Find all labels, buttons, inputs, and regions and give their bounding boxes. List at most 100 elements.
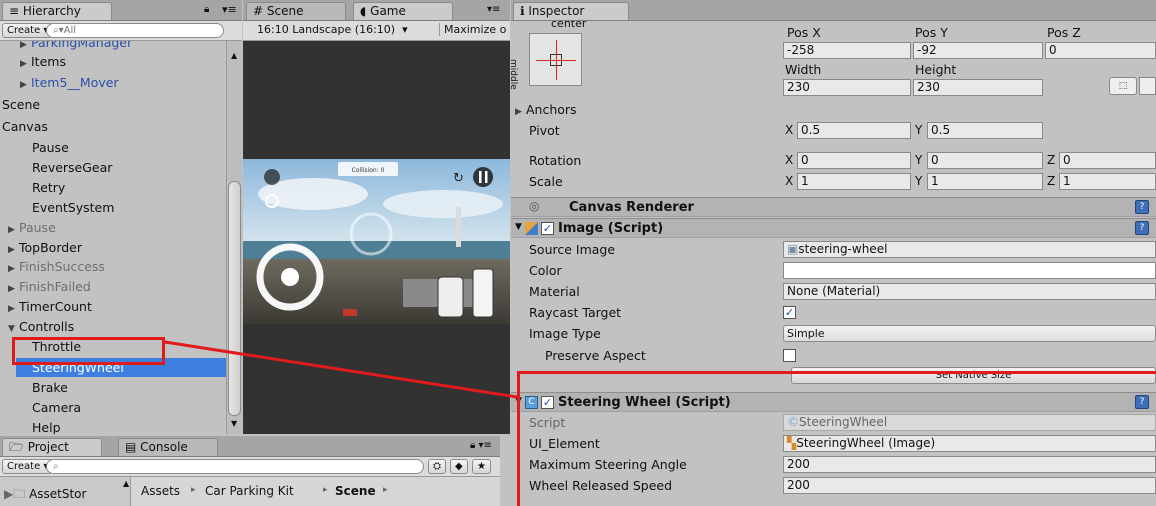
rot-y-field[interactable]: 0 bbox=[927, 152, 1043, 169]
scale-y-field[interactable]: 1 bbox=[927, 173, 1043, 190]
hierarchy-item[interactable]: ▶ ParkingManager bbox=[0, 41, 226, 52]
pos-x-field[interactable]: -258 bbox=[783, 42, 911, 59]
hierarchy-item[interactable]: ▶ TimerCount bbox=[0, 297, 226, 316]
folder-item[interactable]: ▶🗀︎ AssetStor bbox=[4, 485, 86, 506]
hierarchy-item[interactable]: ▼ Controlls bbox=[0, 317, 226, 336]
foldout-arrow-icon[interactable]: ▶ bbox=[20, 55, 31, 74]
panel-menu-icon[interactable]: 🔒︎ ▾≡ bbox=[470, 440, 492, 451]
hierarchy-item[interactable]: Camera bbox=[0, 398, 226, 417]
breadcrumb-kit[interactable]: Car Parking Kit bbox=[205, 484, 294, 498]
pivot-y-axis-label: Y bbox=[915, 123, 923, 137]
hierarchy-item[interactable]: ▶ Item5__Mover bbox=[0, 73, 226, 92]
hierarchy-item[interactable]: ▶ FinishSuccess bbox=[0, 257, 226, 276]
lock-icon[interactable]: 🔒︎ bbox=[204, 4, 209, 15]
color-field[interactable] bbox=[783, 262, 1156, 279]
project-search-input[interactable]: ⌕ bbox=[46, 459, 424, 474]
pos-z-field[interactable]: 0 bbox=[1045, 42, 1156, 59]
raw-edit-button[interactable] bbox=[1139, 77, 1156, 95]
tab-hierarchy[interactable]: ≡ Hierarchy bbox=[2, 2, 112, 20]
help-icon[interactable]: ? bbox=[1135, 200, 1149, 214]
blueprint-button[interactable]: ⬚ bbox=[1109, 77, 1137, 95]
foldout-arrow-icon[interactable]: ▶ bbox=[20, 76, 31, 95]
tab-inspector[interactable]: ℹ Inspector bbox=[513, 2, 629, 20]
hierarchy-item-label: ParkingManager bbox=[31, 41, 133, 50]
raycast-target-checkbox[interactable]: ✓ bbox=[783, 306, 796, 319]
hierarchy-item-label: Retry bbox=[32, 180, 66, 195]
hierarchy-item[interactable]: Brake bbox=[0, 378, 226, 397]
hierarchy-item[interactable]: ▶ Items bbox=[0, 52, 226, 71]
hierarchy-scroll-thumb[interactable] bbox=[228, 181, 241, 416]
image-enabled-checkbox[interactable]: ✓ bbox=[541, 222, 554, 235]
game-view[interactable]: Collision: 0 ↻ bbox=[243, 41, 510, 434]
hierarchy-item[interactable]: Canvas bbox=[0, 117, 226, 136]
breadcrumb-scene[interactable]: Scene bbox=[335, 484, 376, 498]
highlight-box-hierarchy bbox=[12, 337, 165, 365]
hierarchy-item[interactable]: Scene bbox=[0, 95, 226, 114]
breadcrumb-up-icon[interactable]: ▲ bbox=[123, 479, 129, 488]
filter-type-button[interactable]: ⛭ bbox=[428, 459, 446, 474]
scale-y-axis-label: Y bbox=[915, 174, 923, 188]
hierarchy-item[interactable]: ReverseGear bbox=[0, 158, 226, 177]
hud-collision-text: Collision: 0 bbox=[352, 167, 385, 174]
scale-x-field[interactable]: 1 bbox=[797, 173, 911, 190]
tab-game[interactable]: ◖ Game bbox=[353, 2, 453, 20]
filter-label-button[interactable]: ◆ bbox=[450, 459, 468, 474]
pivot-y-field[interactable]: 0.5 bbox=[927, 122, 1043, 139]
scroll-down-icon[interactable]: ▼ bbox=[231, 419, 237, 428]
hierarchy-item[interactable]: Help bbox=[0, 418, 226, 434]
hierarchy-item[interactable]: Retry bbox=[0, 178, 226, 197]
hierarchy-item[interactable]: ▶ FinishFailed bbox=[0, 277, 226, 296]
image-type-dropdown[interactable]: Simple bbox=[783, 325, 1156, 342]
anchor-preset-button[interactable] bbox=[529, 33, 582, 86]
rot-z-field[interactable]: 0 bbox=[1059, 152, 1156, 169]
material-field[interactable]: None (Material) bbox=[783, 283, 1156, 300]
favorite-star-button[interactable]: ★ bbox=[472, 459, 491, 474]
hierarchy-tab-strip: ≡ Hierarchy 🔒︎ ▾≡ bbox=[0, 0, 242, 21]
breadcrumb-assets[interactable]: Assets bbox=[141, 484, 180, 498]
help-icon[interactable]: ? bbox=[1135, 221, 1149, 235]
rot-z-axis-label: Z bbox=[1047, 153, 1056, 167]
scroll-up-icon[interactable]: ▲ bbox=[231, 51, 237, 60]
view-tab-strip: # Scene ◖ Game ▾≡ bbox=[243, 0, 510, 21]
source-image-field[interactable]: ▣steering-wheel bbox=[783, 241, 1156, 258]
canvas-renderer-header[interactable]: ◎ Canvas Renderer ? bbox=[511, 197, 1156, 217]
rot-x-field[interactable]: 0 bbox=[797, 152, 911, 169]
hierarchy-item-label: Pause bbox=[32, 140, 69, 155]
image-script-header[interactable]: ▼ ✓ Image (Script) ? bbox=[511, 218, 1156, 238]
anchors-foldout[interactable]: ▶ Anchors bbox=[515, 101, 577, 121]
scale-z-field[interactable]: 1 bbox=[1059, 173, 1156, 190]
width-field[interactable]: 230 bbox=[783, 79, 911, 96]
maximize-on-play-button[interactable]: Maximize o bbox=[439, 23, 506, 36]
sprite-icon: ▣ bbox=[787, 242, 799, 256]
panel-menu-icon[interactable]: ▾≡ bbox=[222, 3, 237, 16]
hierarchy-item-label: FinishFailed bbox=[19, 279, 91, 294]
hierarchy-item[interactable]: EventSystem bbox=[0, 198, 226, 217]
color-label: Color bbox=[529, 263, 562, 278]
tab-scene[interactable]: # Scene bbox=[246, 2, 346, 20]
hierarchy-tab-label: Hierarchy bbox=[22, 4, 81, 18]
hierarchy-icon: ≡ bbox=[9, 4, 20, 18]
tab-console[interactable]: ▤ Console bbox=[118, 438, 218, 456]
breadcrumb-sep-icon: ▸ bbox=[323, 485, 328, 495]
image-script-title: Image (Script) bbox=[558, 221, 664, 236]
pivot-x-field[interactable]: 0.5 bbox=[797, 122, 911, 139]
canvas-renderer-icon: ◎ bbox=[529, 199, 540, 213]
height-field[interactable]: 230 bbox=[913, 79, 1043, 96]
hierarchy-item-label: Items bbox=[31, 54, 66, 69]
info-icon: ℹ bbox=[520, 4, 525, 18]
hierarchy-item[interactable]: ▶ TopBorder bbox=[0, 238, 226, 257]
pos-y-field[interactable]: -92 bbox=[913, 42, 1043, 59]
hierarchy-item[interactable]: ▶ Pause bbox=[0, 218, 226, 237]
hierarchy-search-input[interactable]: ⌕▾All bbox=[46, 23, 224, 38]
search-placeholder: All bbox=[63, 25, 77, 36]
hierarchy-item-label: Canvas bbox=[2, 119, 48, 134]
hierarchy-scrollbar[interactable]: ▲ ▼ bbox=[226, 41, 242, 434]
foldout-arrow-icon[interactable]: ▼ bbox=[515, 222, 522, 232]
panel-menu-icon[interactable]: ▾≡ bbox=[487, 4, 500, 15]
preserve-aspect-checkbox[interactable] bbox=[783, 349, 796, 362]
breadcrumb-sep-icon: ▸ bbox=[383, 485, 388, 495]
hierarchy-item[interactable]: Pause bbox=[0, 138, 226, 157]
cloud bbox=[383, 190, 503, 218]
aspect-dropdown[interactable]: 16:10 Landscape (16:10) ▾ bbox=[257, 23, 408, 36]
tab-project[interactable]: 🗁︎ Project bbox=[2, 438, 102, 456]
